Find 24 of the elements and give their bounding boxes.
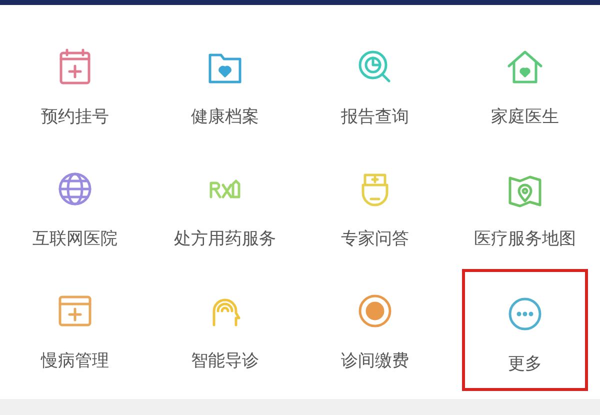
- service-label: 专家问答: [341, 228, 409, 251]
- service-tile[interactable]: 家庭医生: [450, 25, 600, 147]
- service-tile[interactable]: 更多: [462, 269, 588, 391]
- service-label: 智能导诊: [191, 350, 259, 373]
- service-tile[interactable]: 专家问答: [300, 147, 450, 269]
- service-label: 更多: [508, 353, 542, 376]
- service-label: 报告查询: [341, 106, 409, 129]
- service-tile[interactable]: 处方用药服务: [150, 147, 300, 269]
- service-label: 诊间缴费: [341, 350, 409, 373]
- service-label: 互联网医院: [32, 228, 118, 251]
- service-label: 家庭医生: [491, 106, 559, 129]
- service-tile[interactable]: 预约挂号: [0, 25, 150, 147]
- service-tile[interactable]: 互联网医院: [0, 147, 150, 269]
- service-tile[interactable]: 慢病管理: [0, 269, 150, 391]
- service-label: 慢病管理: [41, 350, 109, 373]
- service-label: 处方用药服务: [174, 228, 276, 251]
- service-label: 健康档案: [191, 106, 259, 129]
- service-tile[interactable]: 诊间缴费: [300, 269, 450, 391]
- service-label: 预约挂号: [41, 106, 109, 129]
- service-tile[interactable]: 报告查询: [300, 25, 450, 147]
- service-label: 医疗服务地图: [474, 228, 576, 251]
- service-tile[interactable]: 健康档案: [150, 25, 300, 147]
- service-tile[interactable]: 智能导诊: [150, 269, 300, 391]
- service-tile[interactable]: 医疗服务地图: [450, 147, 600, 269]
